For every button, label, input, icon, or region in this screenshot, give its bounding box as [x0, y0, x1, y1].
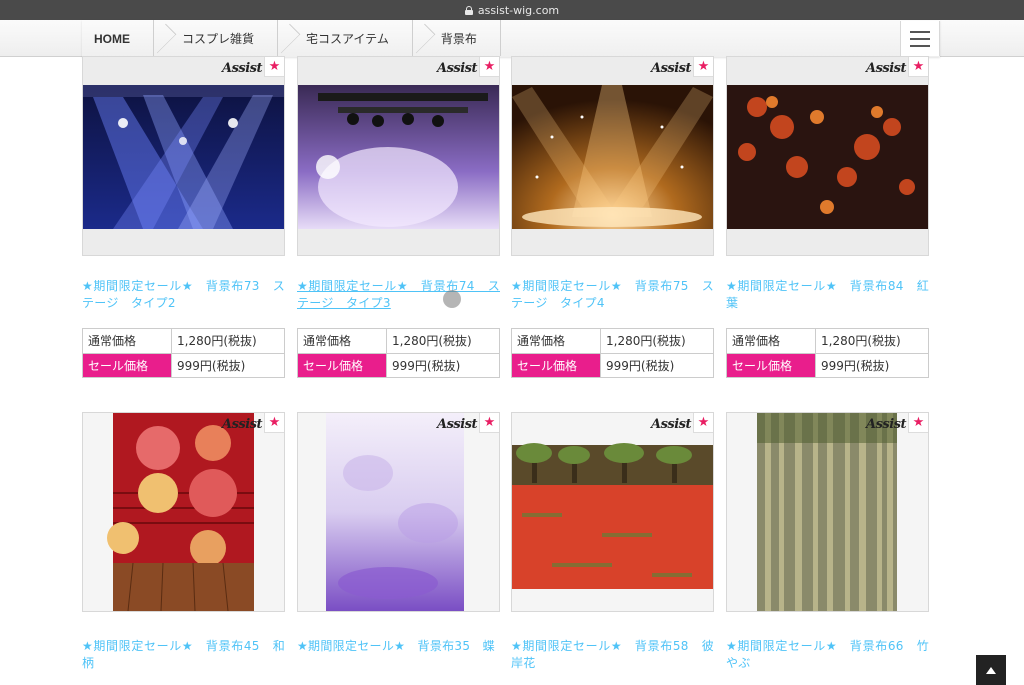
browser-url-bar[interactable]: assist-wig.com [0, 0, 1024, 20]
assist-logo: Assist [651, 417, 692, 432]
star-icon[interactable]: ★ [693, 413, 713, 433]
sale-price-label: セール価格 [298, 354, 387, 377]
lock-icon [464, 5, 473, 15]
product-title-link[interactable]: ★期間限定セール★ 背景布58 彼岸花 [511, 638, 714, 672]
regular-price-label: 通常価格 [298, 329, 387, 353]
assist-logo: Assist [651, 61, 692, 76]
product-image[interactable]: Assist ★ [726, 412, 929, 612]
product-image[interactable]: Assist ★ [511, 56, 714, 256]
breadcrumb-separator [415, 20, 427, 57]
star-icon[interactable]: ★ [479, 57, 499, 77]
product-image[interactable]: Assist ★ [297, 412, 500, 612]
sale-price-label: セール価格 [83, 354, 172, 377]
star-icon[interactable]: ★ [264, 57, 284, 77]
product-title-link[interactable]: ★期間限定セール★ 背景布45 和柄 [82, 638, 285, 672]
regular-price-value: 1,280円(税抜) [392, 334, 472, 348]
touch-indicator [443, 290, 461, 308]
regular-price-label: 通常価格 [727, 329, 816, 353]
star-icon[interactable]: ★ [479, 413, 499, 433]
star-icon[interactable]: ★ [908, 57, 928, 77]
assist-logo: Assist [866, 61, 907, 76]
star-icon[interactable]: ★ [693, 57, 713, 77]
product-image[interactable]: Assist ★ [726, 56, 929, 256]
hamburger-icon[interactable] [900, 21, 940, 56]
price-table: 通常価格 1,280円(税抜) セール価格 999円(税抜) [297, 328, 500, 378]
red-maple-leaves-image [727, 57, 928, 255]
purple-watercolor-image [298, 413, 499, 611]
triangle-up-icon[interactable] [976, 655, 1006, 685]
url-text: assist-wig.com [477, 3, 560, 17]
sale-price-value: 999円(税抜) [606, 359, 675, 373]
breadcrumb-separator [280, 20, 292, 57]
product-image[interactable]: Assist ★ [82, 56, 285, 256]
product-title-link[interactable]: ★期間限定セール★ 背景布73 ステージ タイプ2 [82, 278, 285, 312]
price-table: 通常価格 1,280円(税抜) セール価格 999円(税抜) [726, 328, 929, 378]
assist-logo: Assist [437, 61, 478, 76]
breadcrumb: HOME コスプレ雑貨 宅コスアイテム 背景布 [82, 20, 940, 57]
sale-price-value: 999円(税抜) [392, 359, 461, 373]
product-image[interactable]: Assist ★ [297, 56, 500, 256]
regular-price-value: 1,280円(税抜) [606, 334, 686, 348]
breadcrumb-backdrop-cloth[interactable]: 背景布 [427, 20, 491, 57]
star-icon[interactable]: ★ [908, 413, 928, 433]
top-navigation: HOME コスプレ雑貨 宅コスアイテム 背景布 [0, 20, 1024, 57]
purple-stage-lights-image [298, 57, 499, 255]
assist-logo: Assist [866, 417, 907, 432]
breadcrumb-separator [156, 20, 168, 57]
golden-sparkle-stage-image [512, 57, 713, 255]
sale-price-value: 999円(税抜) [821, 359, 890, 373]
product-title-link[interactable]: ★期間限定セール★ 背景布66 竹やぶ [726, 638, 929, 672]
product-title-link[interactable]: ★期間限定セール★ 背景布75 ステージ タイプ4 [511, 278, 714, 312]
breadcrumb-cosplay-goods[interactable]: コスプレ雑貨 [168, 20, 268, 57]
red-spider-lily-field-image [512, 413, 713, 611]
product-title-link[interactable]: ★期間限定セール★ 背景布74 ステージ タイプ3 [297, 278, 500, 312]
assist-logo: Assist [222, 417, 263, 432]
star-icon[interactable]: ★ [264, 413, 284, 433]
product-title-link[interactable]: ★期間限定セール★ 背景布84 紅葉 [726, 278, 929, 312]
regular-price-label: 通常価格 [83, 329, 172, 353]
sale-price-value: 999円(税抜) [177, 359, 246, 373]
breadcrumb-home[interactable]: HOME [82, 20, 144, 57]
product-title-link[interactable]: ★期間限定セール★ 背景布35 蝶 [297, 638, 500, 655]
product-image[interactable]: Assist ★ [511, 412, 714, 612]
japanese-umbrellas-image [83, 413, 284, 611]
regular-price-label: 通常価格 [512, 329, 601, 353]
price-table: 通常価格 1,280円(税抜) セール価格 999円(税抜) [82, 328, 285, 378]
assist-logo: Assist [437, 417, 478, 432]
sale-price-label: セール価格 [512, 354, 601, 377]
bamboo-grove-image [727, 413, 928, 611]
blue-stage-lights-image [83, 57, 284, 255]
product-image[interactable]: Assist ★ [82, 412, 285, 612]
price-table: 通常価格 1,280円(税抜) セール価格 999円(税抜) [511, 328, 714, 378]
sale-price-label: セール価格 [727, 354, 816, 377]
regular-price-value: 1,280円(税抜) [821, 334, 901, 348]
breadcrumb-home-cosplay-items[interactable]: 宅コスアイテム [292, 20, 403, 57]
assist-logo: Assist [222, 61, 263, 76]
regular-price-value: 1,280円(税抜) [177, 334, 257, 348]
